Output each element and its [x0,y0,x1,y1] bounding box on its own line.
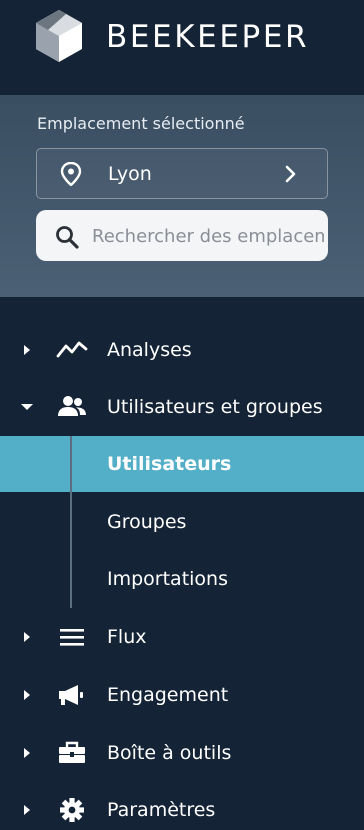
beekeeper-logo-icon [36,10,82,62]
gear-icon [60,798,84,822]
caret-down-icon [21,404,33,410]
nav-item-analyses[interactable]: Analyses [0,322,364,378]
sub-item-label: Groupes [107,511,187,533]
sub-item-groupes[interactable]: Groupes [0,494,364,550]
sub-item-label: Importations [107,568,228,590]
analytics-line-icon [56,341,88,358]
location-search-input[interactable] [92,220,324,252]
map-pin-icon [60,162,82,186]
caret-right-icon [24,748,30,758]
menu-lines-icon [60,629,84,646]
nav-label: Utilisateurs et groupes [107,396,323,418]
sub-item-utilisateurs[interactable]: Utilisateurs [0,436,364,492]
nav-item-flux[interactable]: Flux [0,609,364,665]
nav-label: Paramètres [107,799,216,821]
caret-right-icon [24,345,30,355]
nav-item-users-groups[interactable]: Utilisateurs et groupes [0,379,364,435]
chevron-right-icon [285,165,296,183]
nav-label: Engagement [107,684,229,706]
nav-label: Boîte à outils [107,742,232,764]
sub-item-label: Utilisateurs [107,453,232,475]
toolbox-icon [59,741,85,763]
caret-right-icon [24,690,30,700]
users-icon [58,396,86,416]
sub-item-importations[interactable]: Importations [0,551,364,607]
selected-location: Lyon [108,163,152,185]
nav-item-toolbox[interactable]: Boîte à outils [0,725,364,781]
megaphone-icon [59,685,83,705]
nav-label: Flux [107,626,147,648]
location-label: Emplacement sélectionné [37,114,245,133]
search-icon [56,226,79,249]
caret-right-icon [24,805,30,815]
nav-label: Analyses [107,339,192,361]
nav-item-parametres[interactable]: Paramètres [0,782,364,830]
nav-item-engagement[interactable]: Engagement [0,667,364,723]
brand-name: BEEKEEPER [106,19,310,55]
caret-right-icon [24,632,30,642]
submenu-tree-line [70,436,72,608]
